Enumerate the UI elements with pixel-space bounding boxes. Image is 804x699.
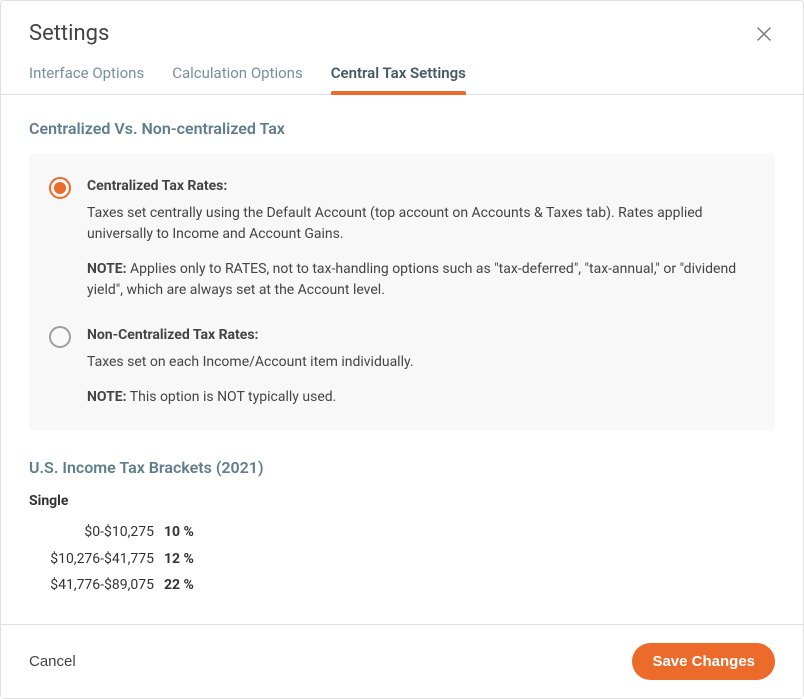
tab-interface-options[interactable]: Interface Options (29, 64, 144, 94)
section-title-brackets: U.S. Income Tax Brackets (2021) (29, 458, 775, 477)
radio-centralized[interactable] (49, 177, 71, 199)
section-title-centralized: Centralized Vs. Non-centralized Tax (29, 119, 775, 138)
bracket-row: $0-$10,275 10 % (29, 519, 775, 546)
bracket-rate: 10 % (164, 519, 194, 546)
save-changes-button[interactable]: Save Changes (632, 643, 775, 680)
note-text: This option is NOT typically used. (127, 389, 337, 405)
note-text: Applies only to RATES, not to tax-handli… (87, 261, 736, 298)
cancel-button[interactable]: Cancel (29, 653, 76, 670)
note-label: NOTE: (87, 261, 127, 277)
dialog-header: Settings (1, 1, 803, 54)
bracket-row: $10,276-$41,775 12 % (29, 546, 775, 573)
tab-bar: Interface Options Calculation Options Ce… (1, 54, 803, 95)
radio-title-noncentralized: Non-Centralized Tax Rates: (87, 325, 414, 346)
bracket-range: $41,776-$89,075 (29, 572, 164, 596)
bracket-range: $0-$10,275 (29, 519, 164, 546)
content-area: Centralized Vs. Non-centralized Tax Cent… (1, 95, 803, 596)
bracket-table: $0-$10,275 10 % $10,276-$41,775 12 % $41… (29, 519, 775, 596)
bracket-range: $10,276-$41,775 (29, 546, 164, 573)
close-icon (753, 23, 775, 45)
radio-note-centralized: NOTE: Applies only to RATES, not to tax-… (87, 259, 751, 301)
bracket-rate: 22 % (164, 572, 194, 596)
close-button[interactable] (753, 23, 775, 45)
radio-noncentralized[interactable] (49, 326, 71, 348)
radio-row-noncentralized: Non-Centralized Tax Rates: Taxes set on … (49, 325, 751, 408)
radio-row-centralized: Centralized Tax Rates: Taxes set central… (49, 176, 751, 301)
radio-text-centralized: Centralized Tax Rates: Taxes set central… (87, 176, 751, 301)
tab-central-tax-settings[interactable]: Central Tax Settings (331, 64, 466, 94)
radio-title-centralized: Centralized Tax Rates: (87, 176, 751, 197)
radio-desc-centralized: Taxes set centrally using the Default Ac… (87, 203, 751, 245)
bracket-status: Single (29, 493, 775, 509)
note-label: NOTE: (87, 389, 127, 405)
centralized-option-box: Centralized Tax Rates: Taxes set central… (29, 154, 775, 430)
radio-desc-noncentralized: Taxes set on each Income/Account item in… (87, 352, 414, 373)
bracket-rate: 12 % (164, 546, 194, 573)
radio-text-noncentralized: Non-Centralized Tax Rates: Taxes set on … (87, 325, 414, 408)
bracket-row: $41,776-$89,075 22 % (29, 572, 775, 596)
dialog-title: Settings (29, 21, 109, 46)
dialog-footer: Cancel Save Changes (1, 624, 803, 698)
radio-note-noncentralized: NOTE: This option is NOT typically used. (87, 387, 414, 408)
tab-calculation-options[interactable]: Calculation Options (172, 64, 303, 94)
